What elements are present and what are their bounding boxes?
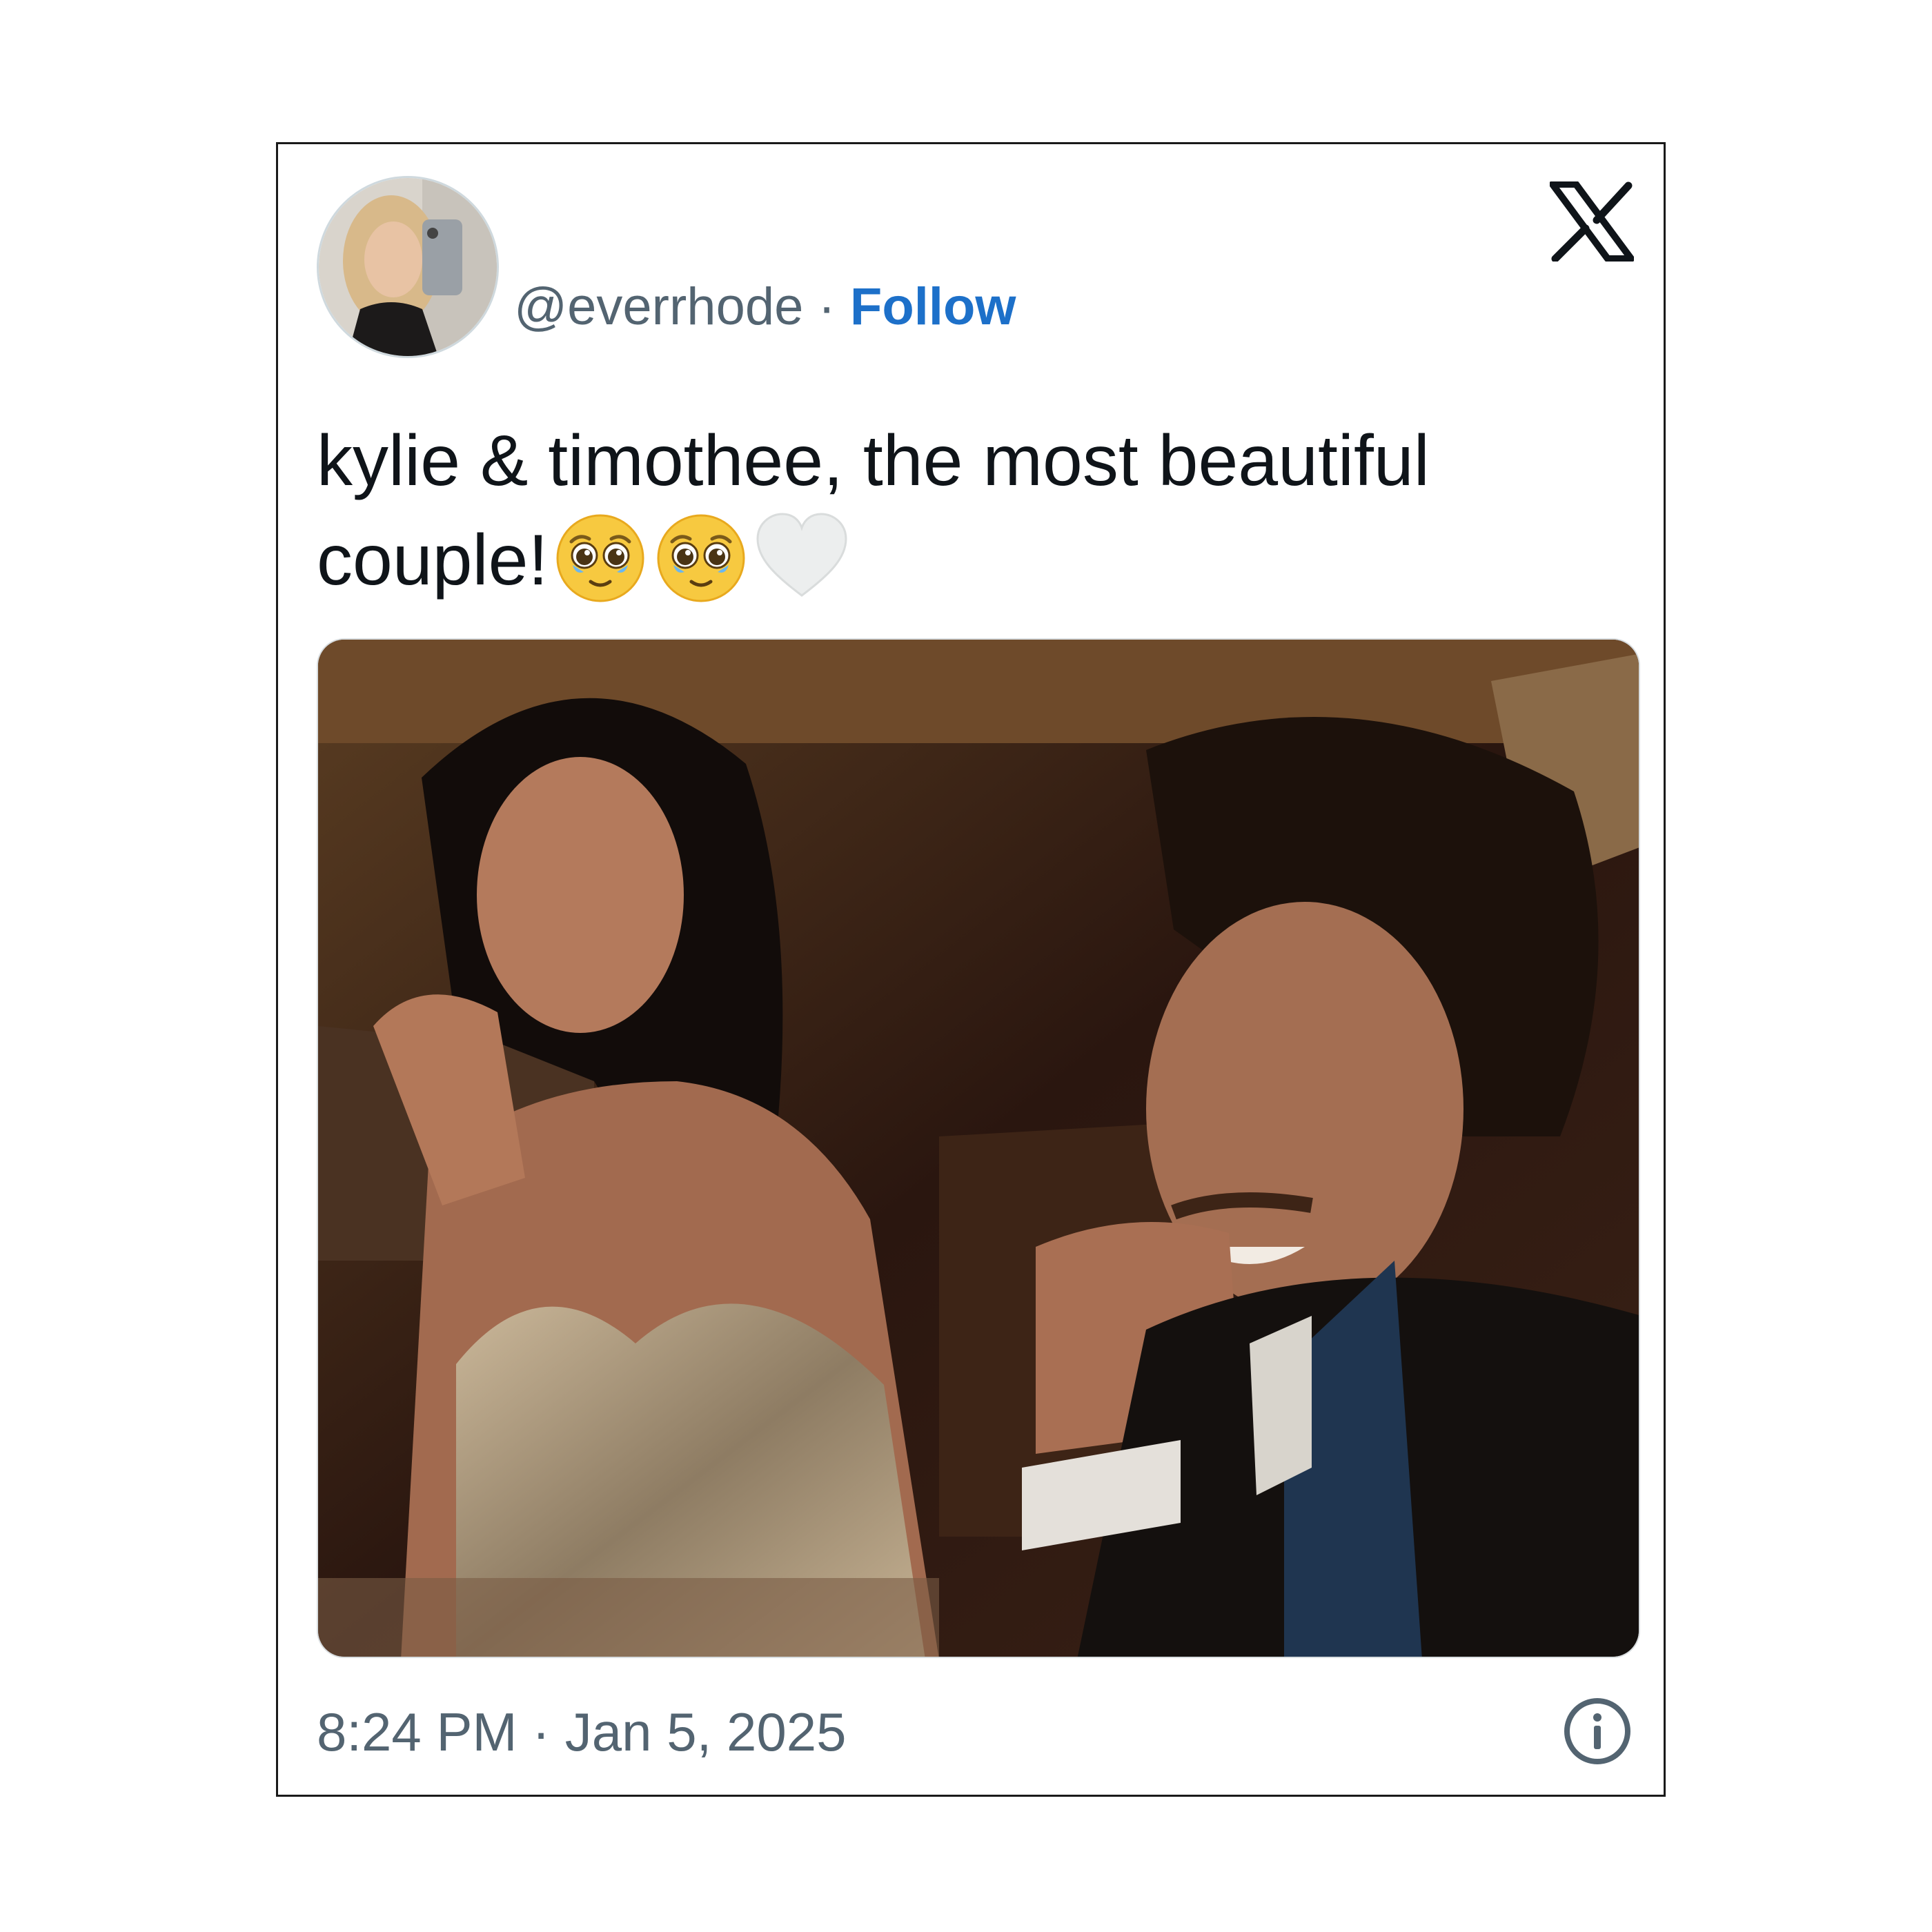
white-heart-emoji [753, 509, 850, 605]
avatar[interactable] [317, 176, 499, 358]
follow-button[interactable]: Follow [850, 277, 1016, 336]
author-row: @everrhode · Follow [514, 281, 1016, 333]
tweet-text: kylie & timothee, the most beautiful cou… [317, 413, 1593, 608]
pleading-face-emoji [552, 509, 649, 605]
photo-image [318, 640, 1639, 1657]
author-handle[interactable]: @everrhode [514, 277, 803, 336]
x-logo-icon[interactable] [1549, 181, 1635, 263]
tweet-body: kylie & timothee, the most beautiful cou… [317, 421, 1430, 600]
handle-separator: · [803, 277, 850, 336]
tweet-photo[interactable] [317, 638, 1640, 1658]
tweet-card: @everrhode · Follow kylie & timothee, th… [276, 142, 1666, 1797]
info-icon[interactable] [1561, 1695, 1633, 1767]
pleading-face-emoji [653, 509, 749, 605]
avatar-image [319, 178, 497, 356]
tweet-timestamp[interactable]: 8:24 PM · Jan 5, 2025 [317, 1705, 846, 1759]
